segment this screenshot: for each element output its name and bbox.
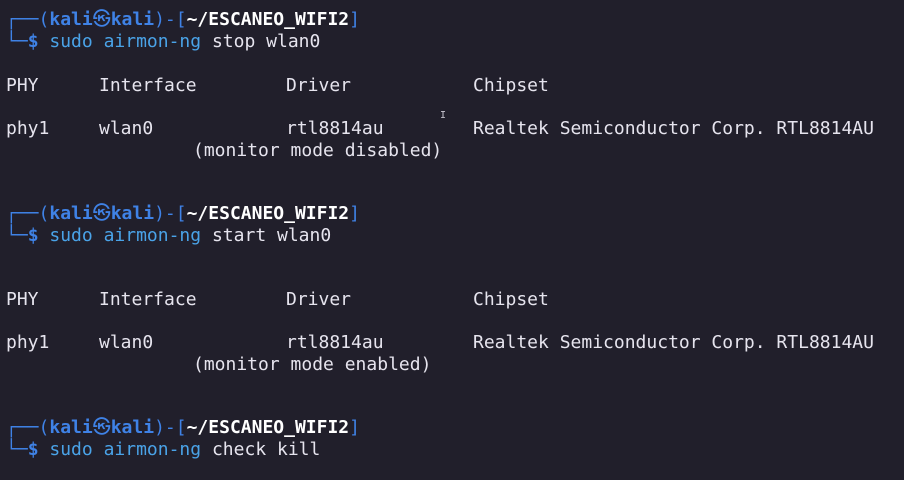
cell-driver: rtl8814au	[286, 332, 384, 353]
command-line-3[interactable]: └─$ sudo airmon-ng check kill	[6, 439, 320, 461]
terminal-window[interactable]: ┌──(kali㉿kali)-[~/ESCANEO_WIFI2] └─$ sud…	[0, 0, 904, 480]
header-driver: Driver	[286, 75, 352, 96]
cell-phy: phy1	[6, 332, 50, 353]
cell-chipset: Realtek Semiconductor Corp. RTL8814AU	[473, 332, 874, 353]
command-line-2: └─$ sudo airmon-ng start wlan0	[6, 225, 332, 246]
prompt-line-1: ┌──(kali㉿kali)-[~/ESCANEO_WIFI2]	[6, 9, 360, 30]
prompt-path: ~/ESCANEO_WIFI2	[186, 9, 350, 30]
cell-driver: rtl8814au	[286, 118, 384, 139]
prompt-line-2: ┌──(kali㉿kali)-[~/ESCANEO_WIFI2]	[6, 203, 360, 224]
header-driver: Driver	[286, 289, 352, 310]
monitor-mode-note: (monitor mode disabled)	[193, 140, 443, 161]
header-phy: PHY	[6, 289, 39, 310]
header-chipset: Chipset	[473, 75, 549, 96]
cell-chipset: Realtek Semiconductor Corp. RTL8814AU	[473, 118, 874, 139]
header-chipset: Chipset	[473, 289, 549, 310]
text-cursor-icon: I	[440, 110, 447, 121]
prompt-line-3: ┌──(kali㉿kali)-[~/ESCANEO_WIFI2]	[6, 417, 360, 438]
cell-interface: wlan0	[99, 118, 154, 139]
cell-interface: wlan0	[99, 332, 154, 353]
prompt-user: kali	[49, 9, 93, 30]
command-line-1: └─$ sudo airmon-ng stop wlan0	[6, 31, 321, 52]
header-phy: PHY	[6, 75, 39, 96]
monitor-mode-note: (monitor mode enabled)	[193, 354, 432, 375]
cell-phy: phy1	[6, 118, 50, 139]
header-interface: Interface	[99, 289, 197, 310]
prompt-host: kali	[110, 9, 155, 30]
header-interface: Interface	[99, 75, 197, 96]
